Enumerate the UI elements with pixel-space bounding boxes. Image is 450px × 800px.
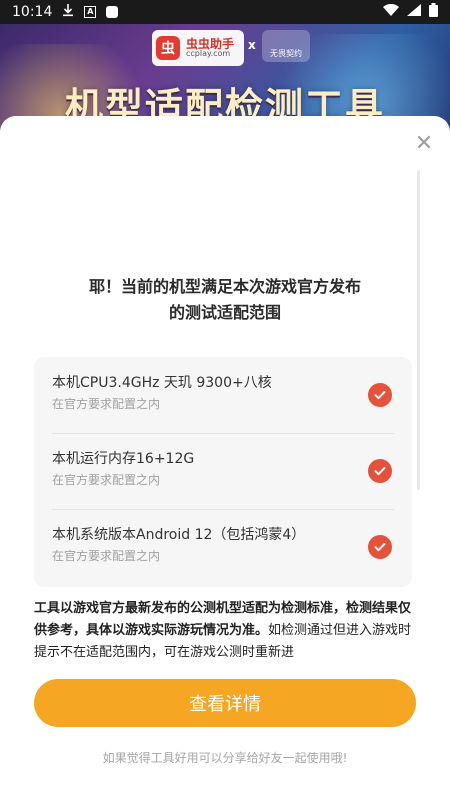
spec-title: 本机系统版本Android 12（包括鸿蒙4） [52, 527, 306, 543]
ccplay-logo-icon: 虫 [156, 36, 180, 60]
spec-title: 本机CPU3.4GHz 天玑 9300+八核 [52, 375, 272, 391]
app-notification-icon [106, 6, 119, 18]
signal-icon [407, 4, 421, 20]
download-icon [62, 3, 74, 21]
status-bar: 10:14 A [0, 0, 450, 24]
disclaimer-text: 工具以游戏官方最新发布的公测机型适配为检测标准，检测结果仅供参考，具体以游戏实际… [34, 598, 414, 666]
spec-sub: 在官方要求配置之内 [52, 397, 161, 411]
a-notification-icon: A [84, 6, 97, 18]
headline-line-2: 的测试适配范围 [168, 303, 281, 322]
spec-sub: 在官方要求配置之内 [52, 549, 161, 563]
view-details-button[interactable]: 查看详情 [34, 679, 416, 727]
spec-card: 本机CPU3.4GHz 天玑 9300+八核 在官方要求配置之内 本机运行内存1… [34, 357, 412, 587]
spec-row-cpu: 本机CPU3.4GHz 天玑 9300+八核 在官方要求配置之内 [34, 357, 412, 433]
spec-title: 本机运行内存16+12G [52, 451, 195, 467]
ccplay-logo: 虫 虫虫助手 ccplay.com [152, 30, 245, 66]
wifi-icon [383, 3, 399, 20]
spec-row-memory: 本机运行内存16+12G 在官方要求配置之内 [34, 433, 412, 509]
spec-sub: 在官方要求配置之内 [52, 473, 161, 487]
logo-en: ccplay.com [186, 49, 231, 58]
battery-icon [429, 3, 438, 21]
result-sheet: ✕ 耶！当前的机型满足本次游戏官方发布 的测试适配范围 本机CPU3.4GHz … [0, 116, 450, 800]
headline-line-1: 耶！当前的机型满足本次游戏官方发布 [88, 277, 361, 296]
spec-row-os: 本机系统版本Android 12（包括鸿蒙4） 在官方要求配置之内 [34, 509, 412, 585]
check-icon [368, 459, 392, 483]
close-icon[interactable]: ✕ [414, 133, 434, 155]
result-headline: 耶！当前的机型满足本次游戏官方发布 的测试适配范围 [70, 274, 380, 326]
check-icon [368, 535, 392, 559]
partner-logo: 无畏契约 [262, 30, 310, 62]
check-icon [368, 383, 392, 407]
partner-text: 无畏契约 [270, 49, 302, 58]
share-hint: 如果觉得工具好用可以分享给好友一起使用哦! [102, 751, 348, 765]
collab-x: x [248, 38, 256, 52]
scrollbar[interactable] [417, 170, 420, 490]
status-time: 10:14 [12, 4, 53, 20]
